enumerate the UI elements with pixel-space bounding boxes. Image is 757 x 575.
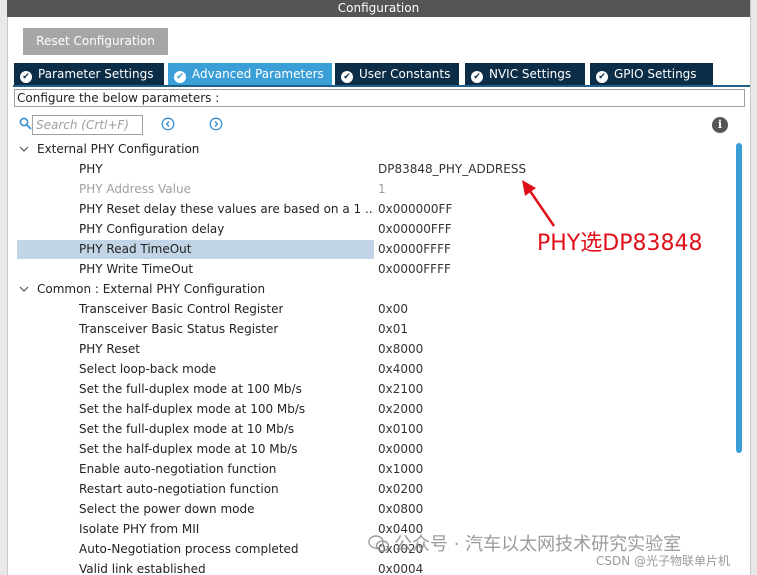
param-label: Select loop-back mode [79,362,217,376]
window-left-border [0,0,8,575]
param-value[interactable]: 0x00 [378,299,408,319]
param-value[interactable]: 0x8000 [378,339,423,359]
param-label: PHY Address Value [79,182,191,196]
param-row[interactable]: Enable auto-negotiation function 0x1000 [14,459,734,479]
param-value[interactable]: 0x2100 [378,379,423,399]
param-row[interactable]: Set the half-duplex mode at 100 Mb/s 0x2… [14,399,734,419]
chevron-down-icon[interactable] [18,139,30,159]
param-label: PHY Read TimeOut [79,242,192,256]
param-row-phy-reset-delay[interactable]: PHY Reset delay these values are based o… [14,199,734,219]
param-label: PHY Reset [79,342,140,356]
tab-strip: ✔ Parameter Settings ✔ Advanced Parameters… [13,63,750,87]
param-label: Set the full-duplex mode at 10 Mb/s [79,422,295,436]
chevron-down-icon[interactable] [18,279,30,299]
tab-label: NVIC Settings [489,67,572,81]
csdn-credit: CSDN @光子物联单片机 [596,554,731,568]
param-value[interactable]: 0x0200 [378,479,423,499]
window-title: Configuration [7,0,750,17]
param-row-phy-write-timeout[interactable]: PHY Write TimeOut 0x0000FFFF [14,259,734,279]
param-value[interactable]: 0x01 [378,319,408,339]
param-label: Valid link established [79,562,206,575]
tab-gpio-settings[interactable]: ✔ GPIO Settings [590,63,713,85]
param-label: Isolate PHY from MII [79,522,200,536]
param-label: Transceiver Basic Control Register [79,302,284,316]
param-label: Set the half-duplex mode at 100 Mb/s [79,402,306,416]
param-label: Select the power down mode [79,502,255,516]
param-value[interactable]: 0x000000FF [378,199,452,219]
parameter-tree: External PHY Configuration PHY DP83848_P… [14,139,734,575]
check-icon: ✔ [20,71,32,83]
reset-configuration-button[interactable]: Reset Configuration [23,28,168,55]
param-value[interactable]: 0x0000FFFF [378,239,451,259]
param-row[interactable]: PHY Reset 0x8000 [14,339,734,359]
param-row-phy-address-value: PHY Address Value 1 [14,179,734,199]
tree-group-external-phy[interactable]: External PHY Configuration [14,139,734,159]
search-input[interactable] [32,115,143,135]
param-label: PHY [79,162,103,176]
param-label: PHY Write TimeOut [79,262,194,276]
scrollbar-thumb[interactable] [736,143,742,453]
param-row[interactable]: Select the power down mode 0x0800 [14,499,734,519]
previous-match-icon[interactable] [161,117,175,131]
param-value[interactable]: 0x0004 [378,559,423,575]
search-icon [19,117,32,130]
group-label: External PHY Configuration [37,142,200,156]
tab-label: User Constants [359,67,451,81]
info-icon[interactable]: i [712,117,728,133]
param-value[interactable]: 0x00000FFF [378,219,452,239]
window-right-border [750,0,757,575]
check-icon: ✔ [471,71,483,83]
param-row[interactable]: Set the full-duplex mode at 10 Mb/s 0x01… [14,419,734,439]
check-icon: ✔ [596,71,608,83]
param-row[interactable]: Set the full-duplex mode at 100 Mb/s 0x2… [14,379,734,399]
param-value[interactable]: 0x0100 [378,419,423,439]
check-icon: ✔ [174,71,186,83]
param-value: 1 [378,182,386,196]
param-value[interactable]: DP83848_PHY_ADDRESS [378,159,526,179]
param-label: Set the full-duplex mode at 100 Mb/s [79,382,302,396]
tab-parameter-settings[interactable]: ✔ Parameter Settings [14,63,164,85]
annotation-arrow [522,180,556,227]
param-label: Enable auto-negotiation function [79,462,277,476]
param-value[interactable]: 0x4000 [378,359,423,379]
next-match-icon[interactable] [209,117,223,131]
param-label: PHY Configuration delay [79,222,225,236]
param-label: Restart auto-negotiation function [79,482,279,496]
annotation-text: PHY选DP83848 [537,231,703,256]
param-label: PHY Reset delay these values are based o… [79,202,374,216]
param-value[interactable]: 0x0800 [378,499,423,519]
tab-user-constants[interactable]: ✔ User Constants [335,63,459,85]
param-row[interactable]: Select loop-back mode 0x4000 [14,359,734,379]
param-label: Set the half-duplex mode at 10 Mb/s [79,442,298,456]
param-row[interactable]: Transceiver Basic Status Register 0x01 [14,319,734,339]
param-value[interactable]: 0x2000 [378,399,423,419]
param-label: Transceiver Basic Status Register [79,322,279,336]
wechat-icon [368,535,390,552]
param-row[interactable]: Set the half-duplex mode at 10 Mb/s 0x00… [14,439,734,459]
param-row[interactable]: Restart auto-negotiation function 0x0200 [14,479,734,499]
check-icon: ✔ [341,71,353,83]
tab-label: Advanced Parameters [192,67,324,81]
group-label: Common : External PHY Configuration [37,282,266,296]
tab-label: Parameter Settings [38,67,154,81]
param-value[interactable]: 0x1000 [378,459,423,479]
param-value[interactable]: 0x0000 [378,439,423,459]
tab-advanced-parameters[interactable]: ✔ Advanced Parameters [168,63,332,85]
description-field: Configure the below parameters : [14,89,745,107]
tab-nvic-settings[interactable]: ✔ NVIC Settings [465,63,585,85]
param-row-phy[interactable]: PHY DP83848_PHY_ADDRESS [14,159,734,179]
param-row[interactable]: Transceiver Basic Control Register 0x00 [14,299,734,319]
selection-highlight [17,240,374,259]
tab-label: GPIO Settings [614,67,697,81]
param-label: Auto-Negotiation process completed [79,542,299,556]
param-value[interactable]: 0x0000FFFF [378,259,451,279]
tree-group-common-external-phy[interactable]: Common : External PHY Configuration [14,279,734,299]
